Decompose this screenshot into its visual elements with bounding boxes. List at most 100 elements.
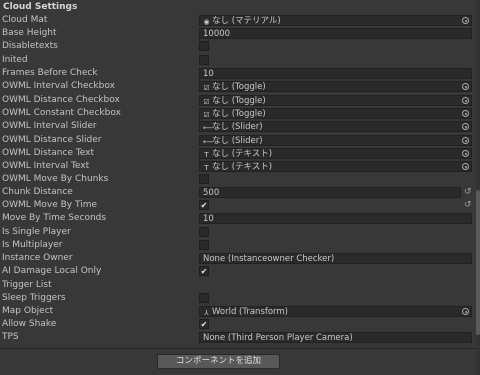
- chunk-distance-input[interactable]: 500: [199, 187, 461, 198]
- map-object-value: World (Transform): [212, 307, 288, 317]
- toggle-icon: ☑: [203, 84, 210, 92]
- sleep-triggers-label: Sleep Triggers: [2, 293, 66, 303]
- row-ai-damage-local-only: AI Damage Local Only ✔: [0, 265, 476, 278]
- move-by-time-seconds-label: Move By Time Seconds: [2, 213, 107, 223]
- row-move-by-time-seconds: Move By Time Seconds 10: [0, 212, 476, 225]
- move-by-time-seconds-input[interactable]: 10: [199, 213, 472, 224]
- owml-interval-text-value: なし (テキスト): [212, 162, 273, 172]
- owml-constant-checkbox-label: OWML Constant Checkbox: [2, 108, 121, 118]
- owml-move-by-time-label: OWML Move By Time: [2, 200, 98, 210]
- object-picker-icon[interactable]: [462, 83, 469, 90]
- row-trigger-list: Trigger List: [0, 279, 476, 292]
- add-component-button[interactable]: コンポーネントを追加: [157, 354, 280, 369]
- row-owml-distance-slider: OWML Distance Slider ⟵なし (Slider): [0, 134, 476, 147]
- row-owml-interval-slider: OWML Interval Slider ⟵なし (Slider): [0, 120, 476, 133]
- disabletexts-checkbox[interactable]: [199, 41, 209, 51]
- row-owml-interval-text: OWML Interval Text T なし (テキスト): [0, 160, 476, 173]
- toggle-icon: ☑: [203, 111, 210, 119]
- instance-owner-field[interactable]: None (Instanceowner Checker): [199, 253, 472, 264]
- row-instance-owner: Instance Owner None (Instanceowner Check…: [0, 252, 476, 265]
- owml-move-by-time-checkbox[interactable]: ✔: [199, 200, 209, 210]
- is-single-player-label: Is Single Player: [2, 227, 71, 237]
- row-sleep-triggers: Sleep Triggers: [0, 292, 476, 305]
- map-object-field[interactable]: ⅄ World (Transform): [199, 306, 472, 317]
- owml-constant-checkbox-field[interactable]: ☑ なし (Toggle): [199, 108, 472, 119]
- tps-label: TPS: [2, 332, 19, 342]
- owml-distance-text-label: OWML Distance Text: [2, 148, 95, 158]
- map-object-label: Map Object: [2, 306, 54, 316]
- row-owml-distance-checkbox: OWML Distance Checkbox ☑ なし (Toggle): [0, 94, 476, 107]
- owml-interval-slider-field[interactable]: ⟵なし (Slider): [199, 121, 472, 132]
- is-single-player-checkbox[interactable]: [199, 227, 209, 237]
- row-is-multiplayer: Is Multiplayer: [0, 239, 476, 252]
- disabletexts-label: Disabletexts: [2, 41, 58, 51]
- revert-icon[interactable]: ↺: [464, 200, 472, 210]
- row-map-object: Map Object ⅄ World (Transform): [0, 305, 476, 318]
- owml-distance-slider-label: OWML Distance Slider: [2, 135, 102, 145]
- owml-distance-checkbox-field[interactable]: ☑ なし (Toggle): [199, 95, 472, 106]
- trigger-list-label[interactable]: Trigger List: [2, 280, 52, 290]
- divider: [0, 348, 476, 349]
- row-tps: TPS None (Third Person Player Camera): [0, 331, 476, 344]
- object-picker-icon[interactable]: [462, 123, 469, 130]
- inited-label: Inited: [2, 55, 28, 65]
- text-component-icon: T: [204, 151, 209, 159]
- transform-icon: ⅄: [204, 309, 209, 317]
- instance-owner-label: Instance Owner: [2, 253, 73, 263]
- owml-interval-slider-value: なし (Slider): [212, 122, 263, 132]
- section-header: Cloud Settings: [0, 0, 480, 14]
- owml-distance-checkbox-value: なし (Toggle): [212, 96, 266, 106]
- scrollbar-thumb[interactable]: [476, 190, 480, 335]
- row-is-single-player: Is Single Player: [0, 226, 476, 239]
- row-allow-shake: Allow Shake ✔: [0, 318, 476, 331]
- owml-interval-text-field[interactable]: T なし (テキスト): [199, 161, 472, 172]
- object-picker-icon[interactable]: [462, 17, 469, 24]
- text-component-icon: T: [204, 164, 209, 172]
- frames-before-check-label: Frames Before Check: [2, 68, 98, 78]
- row-owml-move-by-time: OWML Move By Time ✔ ↺: [0, 199, 476, 212]
- cloud-mat-value: なし (マテリアル): [212, 16, 281, 26]
- row-chunk-distance: Chunk Distance 500 ↺: [0, 186, 476, 199]
- allow-shake-checkbox[interactable]: ✔: [199, 319, 209, 329]
- tps-field[interactable]: None (Third Person Player Camera): [199, 332, 472, 343]
- ai-damage-local-only-checkbox[interactable]: ✔: [199, 266, 209, 276]
- sleep-triggers-checkbox[interactable]: [199, 293, 209, 303]
- frames-before-check-input[interactable]: 10: [199, 68, 472, 79]
- owml-move-by-chunks-checkbox[interactable]: [199, 174, 209, 184]
- cloud-mat-field[interactable]: ◉ なし (マテリアル): [199, 15, 472, 26]
- object-picker-icon[interactable]: [462, 163, 469, 170]
- cloud-mat-label: Cloud Mat: [2, 15, 48, 25]
- row-cloud-mat: Cloud Mat ◉ なし (マテリアル): [0, 14, 476, 27]
- object-picker-icon[interactable]: [462, 137, 469, 144]
- is-multiplayer-checkbox[interactable]: [199, 240, 209, 250]
- owml-distance-text-value: なし (テキスト): [212, 149, 273, 159]
- row-inited: Inited: [0, 54, 476, 67]
- owml-distance-text-field[interactable]: T なし (テキスト): [199, 148, 472, 159]
- ai-damage-local-only-label: AI Damage Local Only: [2, 266, 102, 276]
- row-disabletexts: Disabletexts: [0, 40, 476, 53]
- object-picker-icon[interactable]: [462, 97, 469, 104]
- chunk-distance-label: Chunk Distance: [2, 187, 73, 197]
- is-multiplayer-label: Is Multiplayer: [2, 240, 63, 250]
- inited-checkbox[interactable]: [199, 55, 209, 65]
- object-picker-icon[interactable]: [462, 150, 469, 157]
- owml-distance-checkbox-label: OWML Distance Checkbox: [2, 95, 120, 105]
- material-icon: ◉: [203, 18, 210, 26]
- row-owml-move-by-chunks: OWML Move By Chunks: [0, 173, 476, 186]
- owml-interval-slider-label: OWML Interval Slider: [2, 121, 97, 131]
- owml-distance-slider-field[interactable]: ⟵なし (Slider): [199, 135, 472, 146]
- owml-constant-checkbox-value: なし (Toggle): [212, 109, 266, 119]
- revert-icon[interactable]: ↺: [464, 187, 472, 197]
- slider-icon: ⟵: [203, 138, 214, 146]
- object-picker-icon[interactable]: [462, 308, 469, 315]
- owml-interval-text-label: OWML Interval Text: [2, 161, 90, 171]
- slider-icon: ⟵: [203, 124, 214, 132]
- object-picker-icon[interactable]: [462, 110, 469, 117]
- base-height-input[interactable]: 10000: [199, 28, 472, 39]
- base-height-label: Base Height: [2, 28, 57, 38]
- row-owml-interval-checkbox: OWML Interval Checkbox ☑ なし (Toggle): [0, 80, 476, 93]
- owml-move-by-chunks-label: OWML Move By Chunks: [2, 174, 109, 184]
- owml-interval-checkbox-field[interactable]: ☑ なし (Toggle): [199, 81, 472, 92]
- row-frames-before-check: Frames Before Check 10: [0, 67, 476, 80]
- allow-shake-label: Allow Shake: [2, 319, 57, 329]
